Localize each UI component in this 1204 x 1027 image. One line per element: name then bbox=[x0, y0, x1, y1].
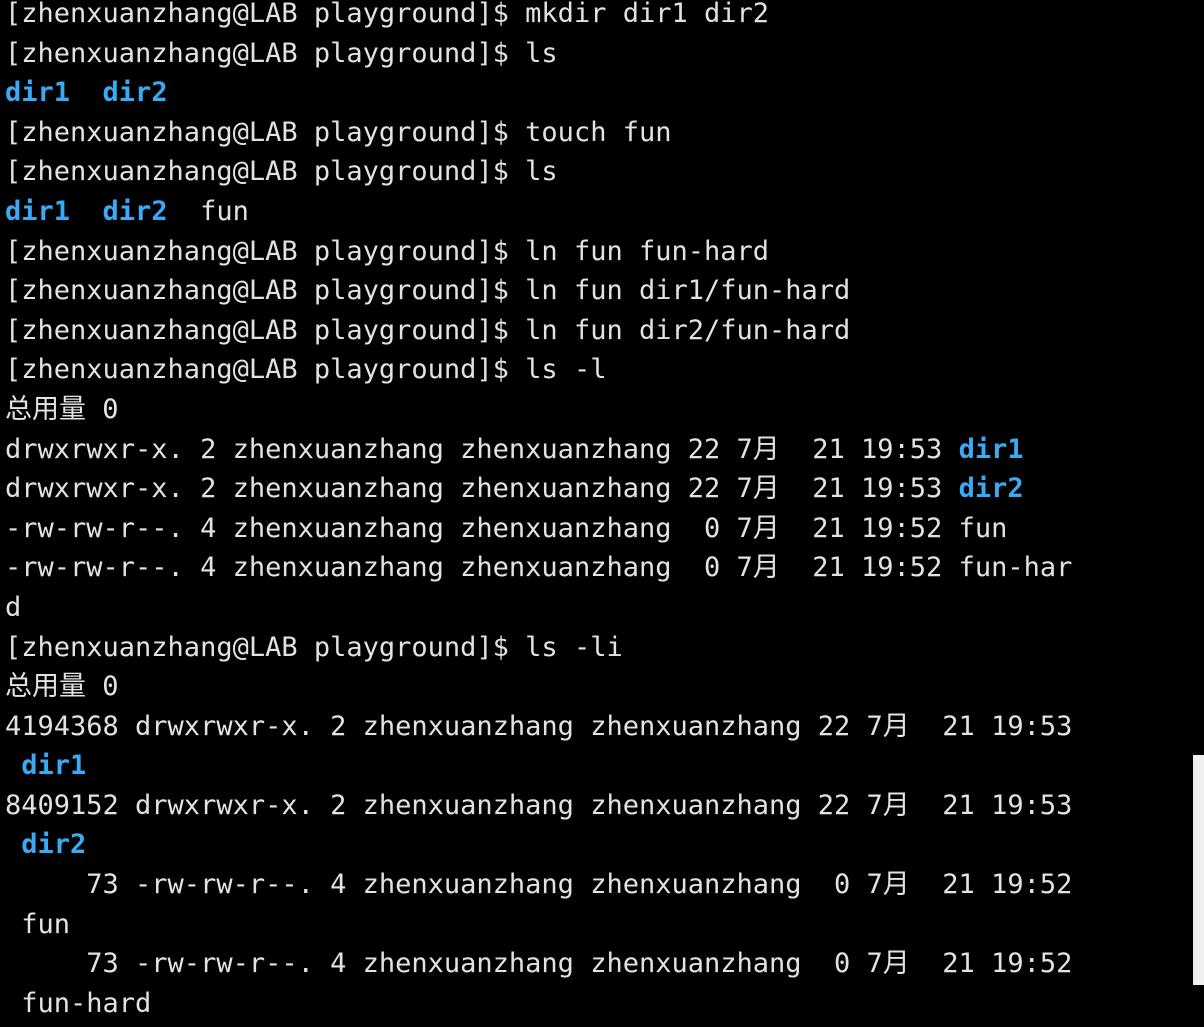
command-text: ln fun fun-hard bbox=[525, 235, 770, 267]
prompt-line-ls: [zhenxuanzhang@LAB playground]$ ls bbox=[5, 34, 1190, 74]
file-meta: drwxrwxr-x. 2 zhenxuanzhang zhenxuanzhan… bbox=[5, 473, 959, 505]
command-text: ls bbox=[525, 156, 558, 188]
wrapped-line: fun bbox=[5, 905, 1190, 945]
ls-l-row-fun: -rw-rw-r--. 4 zhenxuanzhang zhenxuanzhan… bbox=[5, 509, 1190, 549]
ls-li-row-fun: 73 -rw-rw-r--. 4 zhenxuanzhang zhenxuanz… bbox=[5, 869, 1073, 901]
directory-name: dir2 bbox=[958, 473, 1024, 505]
prompt-line-ls: [zhenxuanzhang@LAB playground]$ ls bbox=[5, 152, 1190, 192]
separator bbox=[70, 77, 103, 108]
command-text: ls bbox=[525, 37, 558, 69]
file-name: fun-har bbox=[958, 552, 1073, 584]
total-line: 总用量 0 bbox=[5, 671, 119, 703]
file-name: fun bbox=[958, 512, 1008, 544]
directory-name: dir1 bbox=[21, 750, 87, 782]
command-text: mkdir dir1 dir2 bbox=[525, 0, 770, 29]
directory-name: dir2 bbox=[102, 195, 168, 227]
ls-l-row-dir2: drwxrwxr-x. 2 zhenxuanzhang zhenxuanzhan… bbox=[5, 469, 1190, 509]
wrap-indent bbox=[5, 750, 21, 781]
terminal-window[interactable]: [zhenxuanzhang@LAB playground]$ mkdir di… bbox=[0, 0, 1204, 1027]
command-text: ln fun dir2/fun-hard bbox=[525, 314, 851, 346]
ls-output-line: dir1 dir2 fun bbox=[5, 192, 1190, 232]
file-name: d bbox=[5, 591, 22, 623]
wrapped-line: d bbox=[5, 588, 1190, 628]
prompt: [zhenxuanzhang@LAB playground]$ bbox=[5, 37, 526, 69]
directory-name: dir1 bbox=[5, 77, 71, 109]
directory-name: dir2 bbox=[102, 77, 168, 109]
prompt-line-mkdir: [zhenxuanzhang@LAB playground]$ mkdir di… bbox=[5, 0, 1190, 34]
command-text: ls -li bbox=[525, 631, 623, 663]
prompt: [zhenxuanzhang@LAB playground]$ bbox=[5, 275, 526, 307]
vertical-scrollbar[interactable] bbox=[1191, 0, 1204, 1027]
file-name: fun bbox=[21, 908, 71, 940]
command-text: touch fun bbox=[525, 116, 672, 148]
command-text: ln fun dir1/fun-hard bbox=[525, 275, 851, 307]
file-meta: drwxrwxr-x. 2 zhenxuanzhang zhenxuanzhan… bbox=[5, 433, 959, 465]
terminal-output: [zhenxuanzhang@LAB playground]$ mkdir di… bbox=[5, 0, 1190, 1023]
file-name: fun-hard bbox=[21, 987, 152, 1019]
file-name: fun bbox=[200, 195, 249, 227]
prompt: [zhenxuanzhang@LAB playground]$ bbox=[5, 116, 526, 148]
ls-l-row-fun-hard: -rw-rw-r--. 4 zhenxuanzhang zhenxuanzhan… bbox=[5, 548, 1190, 588]
prompt: [zhenxuanzhang@LAB playground]$ bbox=[5, 235, 526, 267]
wrapped-line: dir1 bbox=[5, 746, 1190, 786]
prompt: [zhenxuanzhang@LAB playground]$ bbox=[5, 631, 526, 663]
prompt-line-ln: [zhenxuanzhang@LAB playground]$ ln fun f… bbox=[5, 232, 1190, 272]
wrap-indent bbox=[5, 829, 21, 860]
prompt: [zhenxuanzhang@LAB playground]$ bbox=[5, 156, 526, 188]
separator bbox=[168, 196, 201, 227]
file-meta: -rw-rw-r--. 4 zhenxuanzhang zhenxuanzhan… bbox=[5, 552, 959, 584]
ls-l-row-dir1: drwxrwxr-x. 2 zhenxuanzhang zhenxuanzhan… bbox=[5, 430, 1190, 470]
separator bbox=[70, 196, 103, 227]
ls-li-row-dir2: 8409152 drwxrwxr-x. 2 zhenxuanzhang zhen… bbox=[5, 789, 1073, 821]
ls-output-line: dir1 dir2 bbox=[5, 73, 1190, 113]
directory-name: dir1 bbox=[5, 195, 71, 227]
prompt: [zhenxuanzhang@LAB playground]$ bbox=[5, 0, 526, 29]
prompt-line-touch: [zhenxuanzhang@LAB playground]$ touch fu… bbox=[5, 113, 1190, 153]
wrap-indent bbox=[5, 988, 21, 1019]
scrollbar-thumb[interactable] bbox=[1193, 755, 1204, 985]
file-meta: -rw-rw-r--. 4 zhenxuanzhang zhenxuanzhan… bbox=[5, 512, 959, 544]
ls-li-row-dir1: 4194368 drwxrwxr-x. 2 zhenxuanzhang zhen… bbox=[5, 710, 1073, 742]
prompt-line-ls-l: [zhenxuanzhang@LAB playground]$ ls -l bbox=[5, 350, 1190, 390]
total-line: 总用量 0 bbox=[5, 393, 119, 425]
prompt-line-ln: [zhenxuanzhang@LAB playground]$ ln fun d… bbox=[5, 311, 1190, 351]
prompt-line-ln: [zhenxuanzhang@LAB playground]$ ln fun d… bbox=[5, 271, 1190, 311]
ls-li-row-fun-hard: 73 -rw-rw-r--. 4 zhenxuanzhang zhenxuanz… bbox=[5, 948, 1073, 980]
wrap-indent bbox=[5, 909, 21, 940]
prompt: [zhenxuanzhang@LAB playground]$ bbox=[5, 354, 526, 386]
prompt-line-ls-li: [zhenxuanzhang@LAB playground]$ ls -li bbox=[5, 628, 1190, 668]
directory-name: dir1 bbox=[958, 433, 1024, 465]
directory-name: dir2 bbox=[21, 829, 87, 861]
command-text: ls -l bbox=[525, 354, 607, 386]
prompt: [zhenxuanzhang@LAB playground]$ bbox=[5, 314, 526, 346]
wrapped-line: dir2 bbox=[5, 825, 1190, 865]
wrapped-line: fun-hard bbox=[5, 984, 1190, 1024]
